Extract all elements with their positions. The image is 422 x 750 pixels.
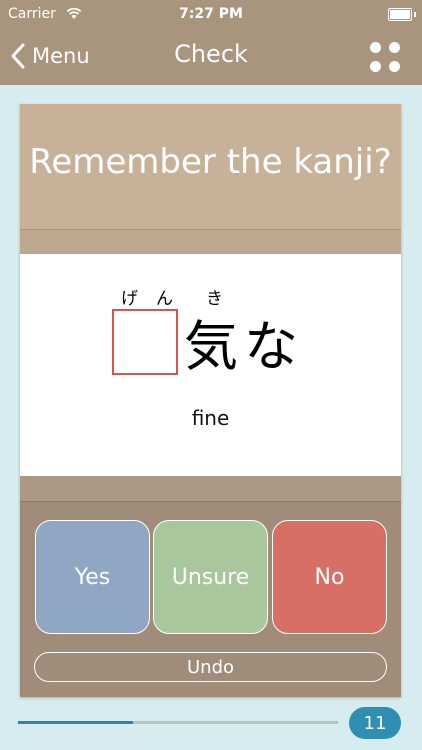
word-remainder: 気な: [184, 315, 304, 378]
furigana-char: ん: [156, 289, 173, 309]
status-bar: Carrier 7:27 PM: [0, 0, 422, 30]
undo-button[interactable]: Undo: [34, 652, 387, 682]
grid-dots-icon[interactable]: [370, 42, 400, 72]
furigana-char: げ: [121, 289, 138, 309]
no-button[interactable]: No: [272, 520, 387, 634]
word-panel: げ ん き 気な fine: [20, 254, 401, 476]
clock: 7:27 PM: [179, 6, 243, 22]
navigation-bar: Menu Check: [0, 30, 422, 85]
progress-bar: [18, 721, 338, 724]
yes-button[interactable]: Yes: [35, 520, 150, 634]
unsure-button[interactable]: Unsure: [153, 520, 268, 634]
divider: [20, 476, 401, 502]
progress-fill: [18, 721, 134, 724]
question-text: Remember the kanji?: [29, 142, 392, 182]
meaning-text: fine: [191, 406, 230, 430]
count-badge: 11: [349, 707, 401, 739]
divider: [20, 229, 401, 255]
top-bar: Carrier 7:27 PM Menu Check: [0, 0, 422, 85]
question-header: Remember the kanji?: [20, 104, 401, 229]
flash-card: Remember the kanji? げ ん き 気な fine Yes Un…: [20, 104, 401, 697]
kanji-answer-box: [112, 309, 178, 375]
battery-icon: [388, 8, 416, 21]
page-title: Check: [174, 40, 248, 68]
